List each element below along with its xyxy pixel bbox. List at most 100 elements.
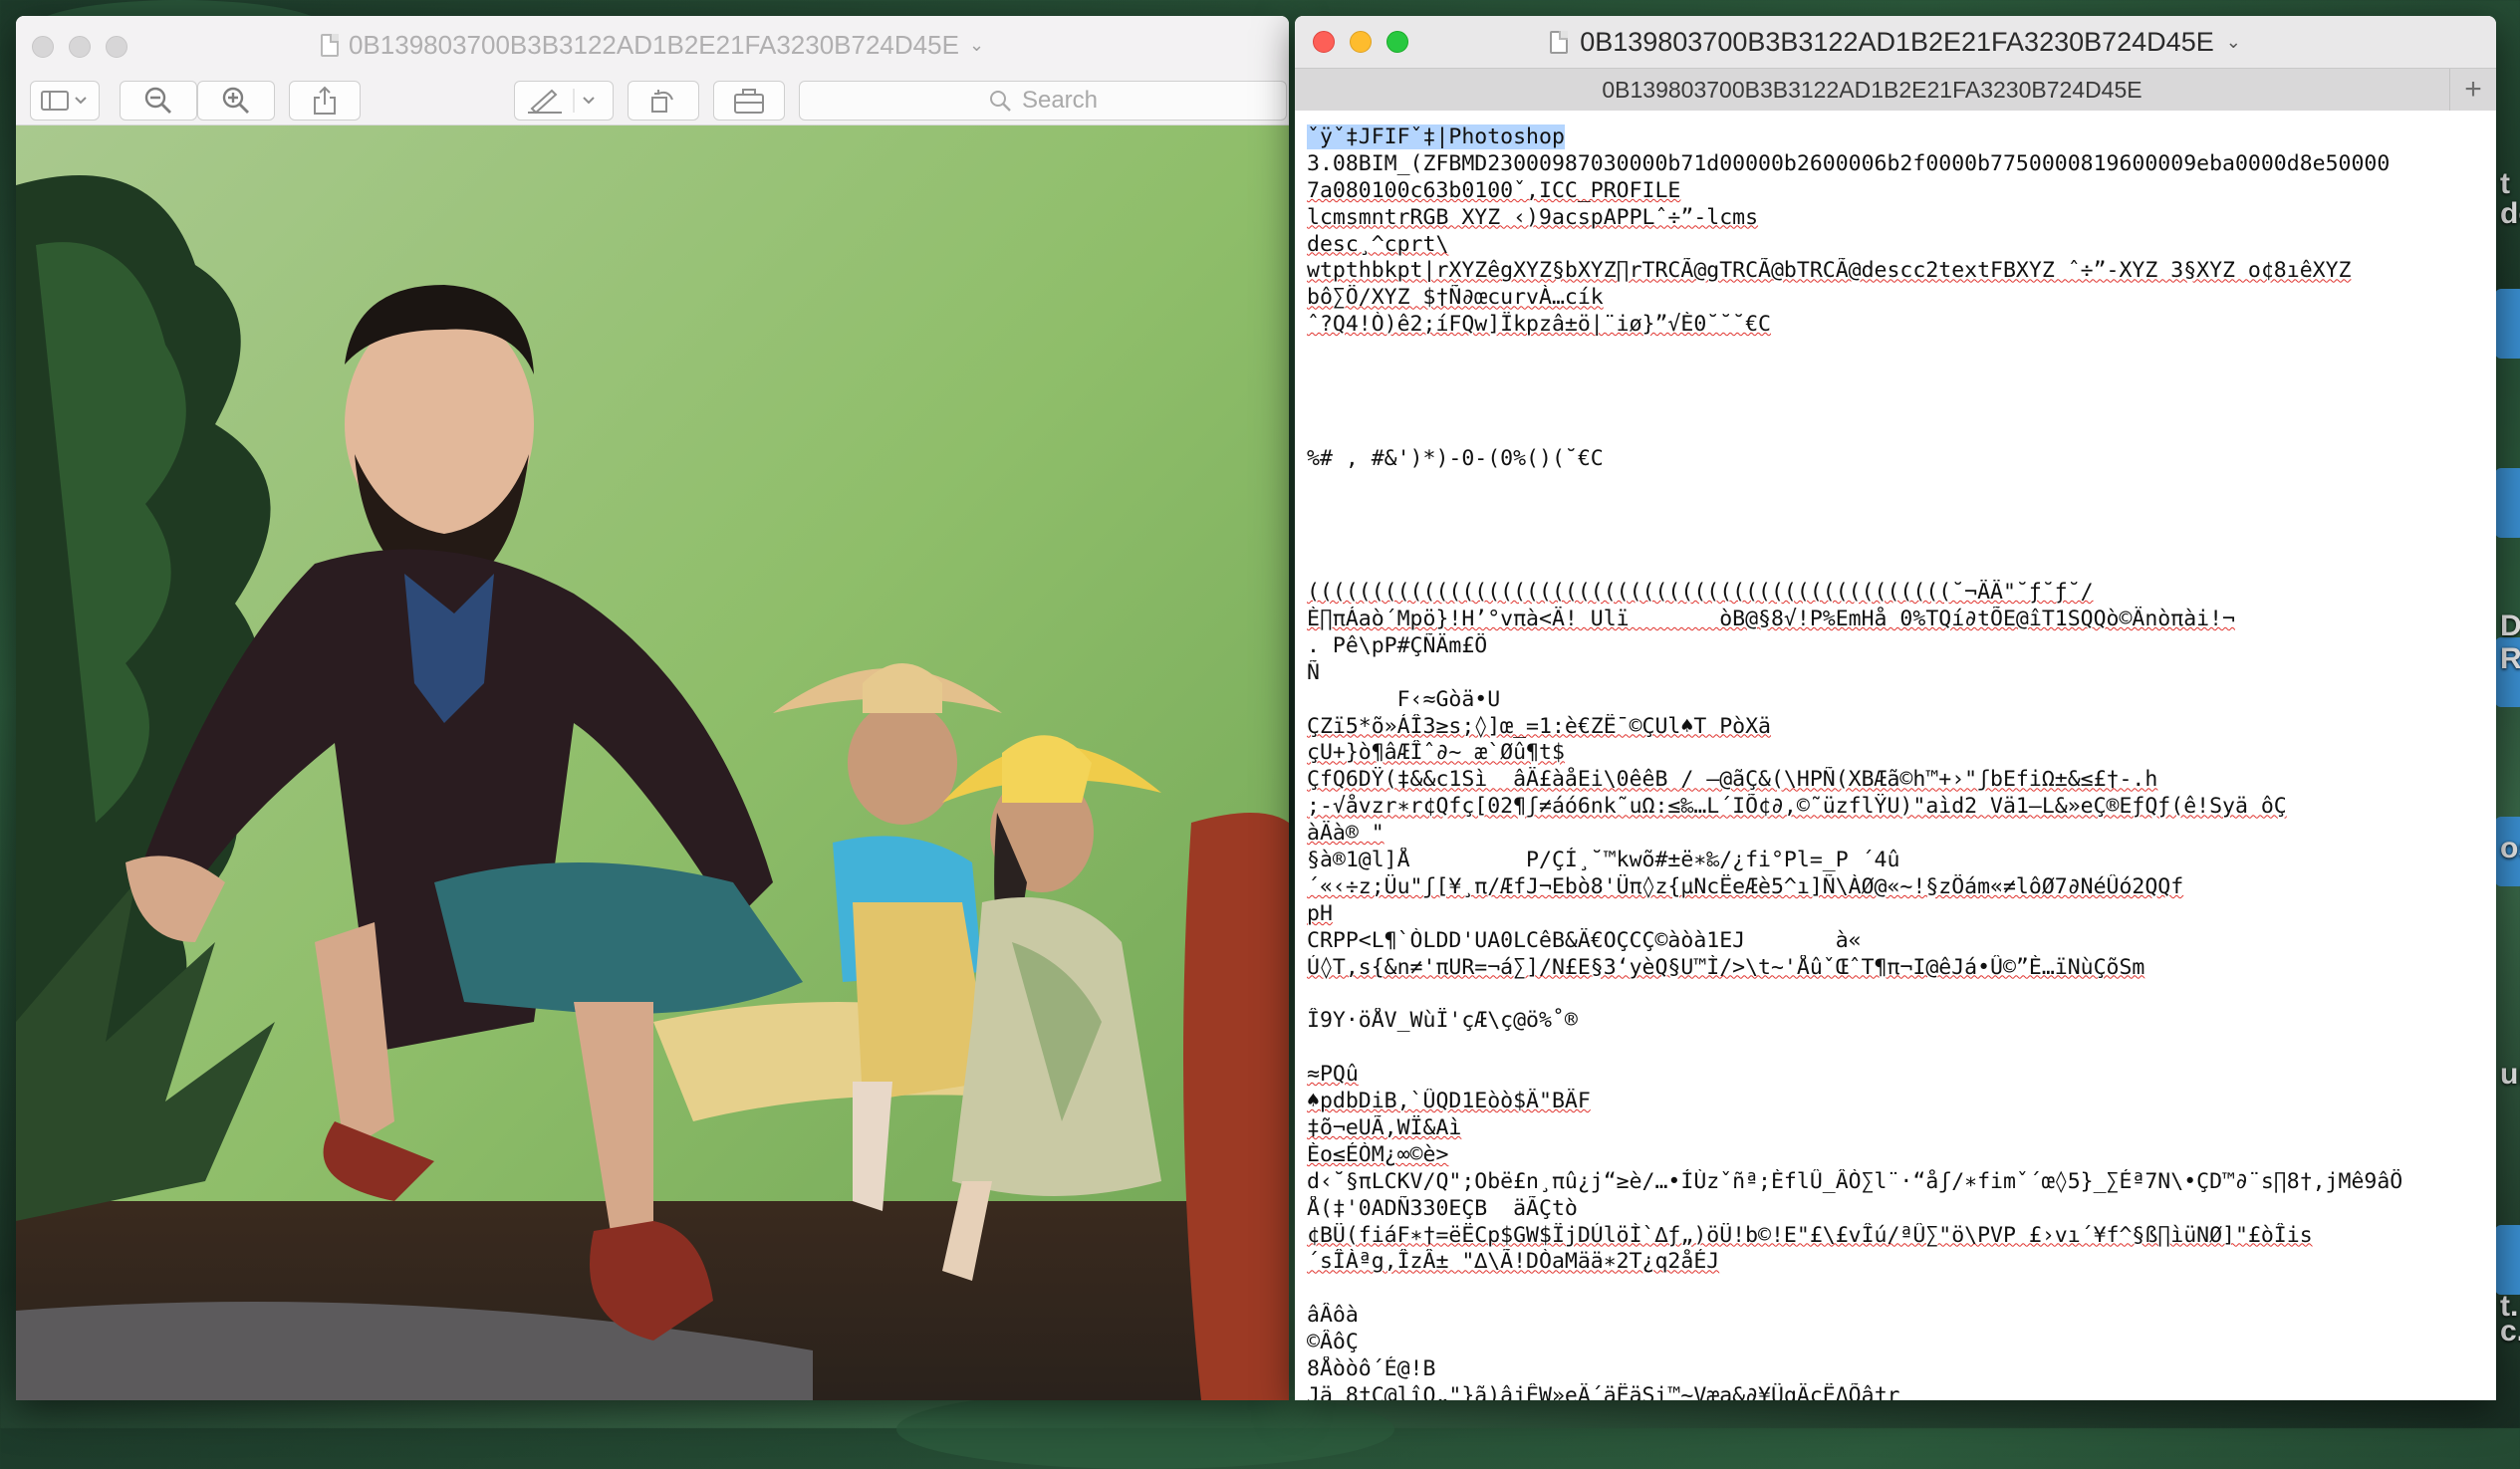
desktop-label: ost xyxy=(2500,832,2520,864)
text-line-content: ©ÂôÇ xyxy=(1307,1330,1359,1355)
text-line xyxy=(1307,982,2484,1009)
text-line xyxy=(1307,1276,2484,1303)
text-line: §à®1@l]Å P/ÇÍ¸˘™kwõ#±ë∗‰/¿fi°Pl=_P ´4û xyxy=(1307,848,2484,874)
zoom-in-button[interactable] xyxy=(197,81,275,121)
text-line-content: ÇfQ6DŸ(‡&&c1Sì âÄ£àåEi\0êêB / —@ãÇ&(\HPÑ… xyxy=(1307,767,2158,793)
text-line: 8Åòòô´É@!B xyxy=(1307,1356,2484,1383)
preview-window: 0B139803700B3B3122AD1B2E21FA3230B724D45E… xyxy=(16,16,1289,1400)
text-line: Å(‡'0ADÑ330EÇB äÃÇtò xyxy=(1307,1196,2484,1223)
desktop-label: do xyxy=(2500,197,2520,230)
tab-document[interactable]: 0B139803700B3B3122AD1B2E21FA3230B724D45E xyxy=(1295,69,2450,111)
search-icon xyxy=(989,91,1011,112)
desktop-file-icon[interactable] xyxy=(2495,468,2520,538)
text-line-content: 7a080100c63b0100ˇ,ICC_PROFILE xyxy=(1307,177,1681,203)
foliage xyxy=(896,1389,1394,1469)
text-line: lcmsmntrRGB XYZ ‹)9acspAPPLˆ÷”-lcms xyxy=(1307,205,2484,232)
desktop-label: R xyxy=(2500,642,2520,675)
add-tab-button[interactable]: + xyxy=(2450,69,2496,111)
markup-pen-icon xyxy=(528,89,595,115)
text-line xyxy=(1307,339,2484,366)
desktop-file-icon[interactable] xyxy=(2495,289,2520,359)
zoom-out-button[interactable] xyxy=(120,81,197,121)
text-line: ;-√åvzr∗r¢Qfç[02¶ʃ≠áó6nk˜uΩ:≤‰…L´IÕ¢∂,©˜… xyxy=(1307,794,2484,821)
text-line-content: desc¸^cprt\ xyxy=(1307,231,1449,257)
text-line-content: F‹≈Gòä•U xyxy=(1307,686,1501,712)
text-line: ‡õ¬eUÃ,WÏ&Aì xyxy=(1307,1115,2484,1142)
text-line-content: Ñ xyxy=(1307,659,1320,685)
text-line-content: ‡õ¬eUÃ,WÏ&Aì xyxy=(1307,1114,1462,1140)
preview-toolbar: Search xyxy=(16,74,1289,125)
text-editor-area[interactable]: ˇÿˇ‡JFIFˇ‡|Photoshop 3.08BIM_(ZFBMD23000… xyxy=(1295,111,2496,1400)
selected-text: ˇÿˇ‡JFIFˇ‡|Photoshop xyxy=(1307,124,1565,149)
text-line: bô∑Ö/XYZ $†Ñ∂œcurvÀ…cík xyxy=(1307,285,2484,312)
tab-label: 0B139803700B3B3122AD1B2E21FA3230B724D45E xyxy=(1602,76,2142,103)
text-line: çU+}ò¶âÆÎˆ∂~ æ`Øû¶t$ xyxy=(1307,740,2484,767)
photo-image[interactable] xyxy=(16,125,1289,1400)
text-line xyxy=(1307,392,2484,419)
toolbox-button[interactable] xyxy=(713,81,785,121)
toolbox-icon xyxy=(734,89,764,114)
text-line-content: ÇZï5*õ»ÁÎ3≥s;◊]œ_=1:è€ZË¯©ÇUl♠T PòXä xyxy=(1307,713,1771,739)
text-line-content: Î9Y·öÅV_WùÏ'çÆ\ç@ö%˚® xyxy=(1307,1008,1578,1034)
window-title-text: 0B139803700B3B3122AD1B2E21FA3230B724D45E xyxy=(1580,26,2214,57)
text-line: ˆ?Q4!Ò)ê2;íFQw]Ïkpzâ±ö|¨iø}”√È0˘˘˘€C xyxy=(1307,312,2484,339)
rotate-icon xyxy=(651,90,673,113)
text-line: ♠pdbDiB,`ÛQD1Eòò$Ä"BÄF xyxy=(1307,1089,2484,1115)
photo-scene xyxy=(16,125,1289,1400)
text-line-content: 3.08BIM_(ZFBMD23000987030000b71d00000b26… xyxy=(1307,150,2391,176)
share-button[interactable] xyxy=(289,81,361,121)
text-line-content: ˆ?Q4!Ò)ê2;íFQw]Ïkpzâ±ö|¨iø}”√È0˘˘˘€C xyxy=(1307,312,1771,338)
text-line: pH xyxy=(1307,901,2484,928)
text-line xyxy=(1307,366,2484,392)
text-line-content: Å(‡'0ADÑ330EÇB äÃÇtò xyxy=(1307,1195,1578,1221)
text-line: ˇÿˇ‡JFIFˇ‡|Photoshop xyxy=(1307,124,2484,151)
zoom-out-icon xyxy=(144,87,171,114)
text-line xyxy=(1307,553,2484,580)
desktop-label: DS xyxy=(2500,610,2520,642)
sidebar-icon xyxy=(41,91,87,111)
window-title[interactable]: 0B139803700B3B3122AD1B2E21FA3230B724D45E… xyxy=(16,16,1289,74)
textedit-titlebar[interactable]: 0B139803700B3B3122AD1B2E21FA3230B724D45E… xyxy=(1295,16,2496,68)
text-line: Ú◊T,s{&n≠'πUR=¬á∑]/N£E§3‘yèQ§U™Ì/>\t~'Åû… xyxy=(1307,955,2484,982)
text-line: ©ÂôÇ xyxy=(1307,1330,2484,1356)
text-line-content: ((((((((((((((((((((((((((((((((((((((((… xyxy=(1307,580,2094,606)
search-field[interactable]: Search xyxy=(799,81,1287,121)
text-line-content: lcmsmntrRGB XYZ ‹)9acspAPPLˆ÷”-lcms xyxy=(1307,204,1759,230)
text-line xyxy=(1307,473,2484,500)
text-line: wtpthbkpt|rXYZêgXYZ§bXYZ∏rTRCÃ@gTRCÃ@bTR… xyxy=(1307,258,2484,285)
text-line: ¢BÜ(fiáF∗†=ëËCp$GW$ÏjDÚlöÌ`∆ƒ„)öÜ!b©!E"£… xyxy=(1307,1223,2484,1250)
desktop-file-icon[interactable] xyxy=(2495,1225,2520,1295)
preview-titlebar[interactable]: 0B139803700B3B3122AD1B2E21FA3230B724D45E… xyxy=(16,16,1289,74)
text-line xyxy=(1307,1035,2484,1062)
zoom-in-icon xyxy=(222,87,249,114)
text-line: Î9Y·öÅV_WùÏ'çÆ\ç@ö%˚® xyxy=(1307,1008,2484,1035)
text-line-content: §à®1@l]Å P/ÇÍ¸˘™kwõ#±ë∗‰/¿fi°Pl=_P ´4û xyxy=(1307,848,1900,873)
text-line xyxy=(1307,419,2484,446)
text-line: ´sÎÀªg,ÎzÂ± "∆\Ã!DÒaMää∗2T¿q2åÉJ xyxy=(1307,1249,2484,1276)
text-line-content: Jä 8†Ç@lîQ„"}ã)âjÊW»eÄ´äËäSi™~Væa&∂¥ÜqÄç… xyxy=(1307,1382,1900,1400)
chevron-down-icon[interactable]: ⌄ xyxy=(969,35,984,56)
text-line-content: àÄà® " xyxy=(1307,821,1385,847)
text-line: desc¸^cprt\ xyxy=(1307,232,2484,259)
document-icon xyxy=(320,33,339,57)
text-line-content: pH xyxy=(1307,900,1333,926)
markup-button[interactable] xyxy=(514,81,614,121)
text-line-content: bô∑Ö/XYZ $†Ñ∂œcurvÀ…cík xyxy=(1307,285,1604,311)
text-line: 7a080100c63b0100ˇ,ICC_PROFILE xyxy=(1307,178,2484,205)
desktop-label: ura xyxy=(2500,1058,2520,1091)
chevron-down-icon[interactable]: ⌄ xyxy=(2226,32,2241,53)
text-line: ÇZï5*õ»ÁÎ3≥s;◊]œ_=1:è€ZË¯©ÇUl♠T PòXä xyxy=(1307,714,2484,741)
text-line: Jä 8†Ç@lîQ„"}ã)âjÊW»eÄ´äËäSi™~Væa&∂¥ÜqÄç… xyxy=(1307,1383,2484,1400)
text-line-content: Ú◊T,s{&n≠'πUR=¬á∑]/N£E§3‘yèQ§U™Ì/>\t~'Åû… xyxy=(1307,954,2145,980)
text-line: ((((((((((((((((((((((((((((((((((((((((… xyxy=(1307,580,2484,607)
text-line-content: Èo≤ÉÒM¿∞©è> xyxy=(1307,1141,1449,1167)
window-title[interactable]: 0B139803700B3B3122AD1B2E21FA3230B724D45E… xyxy=(1295,16,2496,68)
rotate-button[interactable] xyxy=(628,81,699,121)
tab-bar: 0B139803700B3B3122AD1B2E21FA3230B724D45E… xyxy=(1295,68,2496,112)
document-icon xyxy=(1550,30,1569,54)
sidebar-toggle-button[interactable] xyxy=(30,81,100,121)
text-line-content: ;-√åvzr∗r¢Qfç[02¶ʃ≠áó6nk˜uΩ:≤‰…L´IÕ¢∂,©˜… xyxy=(1307,794,2287,820)
text-line-content: âÂôà xyxy=(1307,1303,1359,1329)
text-line: F‹≈Gòä•U xyxy=(1307,687,2484,714)
text-line-content: ¢BÜ(fiáF∗†=ëËCp$GW$ÏjDÚlöÌ`∆ƒ„)öÜ!b©!E"£… xyxy=(1307,1222,2313,1248)
